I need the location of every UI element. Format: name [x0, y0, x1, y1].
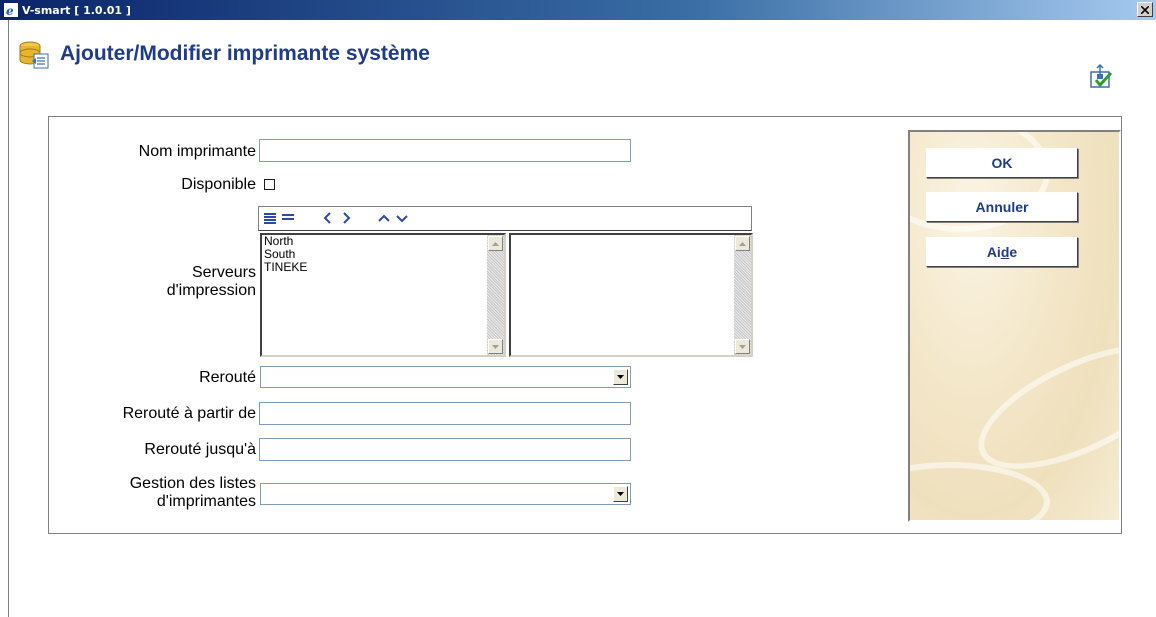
rerouted-from-input[interactable] [259, 402, 631, 425]
chevron-down-icon [617, 375, 624, 379]
list-management-label-line2: d'imprimantes [156, 493, 256, 510]
rerouted-select[interactable] [260, 366, 631, 388]
help-button[interactable]: Ai d e [926, 237, 1078, 267]
rerouted-dropdown-button[interactable] [613, 369, 628, 385]
page-header: Ajouter/Modifier imprimante système [18, 34, 430, 74]
list-management-select-value [261, 485, 264, 500]
list-toolbar [258, 206, 752, 231]
help-button-label-underlined: d [1000, 244, 1010, 260]
list-management-select[interactable] [260, 483, 631, 505]
rerouted-until-input[interactable] [259, 438, 631, 461]
select-all-icon[interactable] [263, 211, 277, 225]
button-panel: OK Annuler Ai d e [908, 130, 1121, 522]
help-button-label-end: e [1009, 244, 1018, 260]
selected-servers-list[interactable] [509, 233, 753, 357]
scroll-down-button[interactable] [488, 339, 503, 354]
triangle-up-icon [739, 241, 746, 246]
workflow-check-icon[interactable] [1088, 64, 1114, 90]
chevron-down-icon [617, 492, 624, 496]
close-button[interactable] [1137, 2, 1153, 17]
print-servers-label-line1: Serveurs [191, 264, 256, 281]
database-edit-icon [19, 41, 49, 69]
rerouted-label: Rerouté [199, 369, 256, 386]
print-servers-label: Serveurs d'impression [36, 264, 256, 300]
scroll-up-button[interactable] [735, 236, 750, 251]
rerouted-until-label: Rerouté jusqu'à [144, 441, 256, 458]
list-item[interactable]: North [262, 235, 504, 248]
scrollbar[interactable] [734, 235, 751, 355]
scroll-down-button[interactable] [735, 339, 750, 354]
available-checkbox[interactable] [264, 179, 275, 190]
page-title: Ajouter/Modifier imprimante système [60, 42, 430, 65]
rerouted-select-value [261, 368, 264, 383]
window-titlebar: e V-smart [ 1.0.01 ] [0, 0, 1156, 20]
available-label: Disponible [181, 176, 256, 193]
close-icon [1141, 5, 1149, 14]
list-management-label-line1: Gestion des listes [129, 475, 256, 492]
window-title: V-smart [ 1.0.01 ] [22, 3, 131, 17]
move-up-icon[interactable] [377, 211, 391, 225]
move-left-icon[interactable] [321, 211, 335, 225]
move-right-icon[interactable] [339, 211, 353, 225]
available-servers-list[interactable]: North South TINEKE [260, 233, 506, 357]
list-item[interactable]: TINEKE [262, 261, 504, 274]
printer-name-input[interactable] [259, 139, 631, 162]
ok-button[interactable]: OK [926, 148, 1078, 178]
move-down-icon[interactable] [395, 211, 409, 225]
scrollbar[interactable] [487, 235, 504, 355]
ie-icon: e [4, 3, 18, 17]
triangle-down-icon [492, 344, 499, 349]
list-management-dropdown-button[interactable] [613, 486, 628, 502]
panel-background-swirl [910, 462, 1050, 520]
deselect-all-icon[interactable] [281, 211, 295, 225]
scroll-up-button[interactable] [488, 236, 503, 251]
cancel-button[interactable]: Annuler [926, 192, 1078, 222]
svg-text:e: e [6, 4, 14, 17]
printer-name-label: Nom imprimante [138, 143, 256, 160]
help-button-label-start: Ai [986, 244, 1001, 260]
triangle-up-icon [492, 241, 499, 246]
print-servers-label-line2: d'impression [166, 282, 256, 299]
rerouted-from-label: Rerouté à partir de [122, 405, 256, 422]
list-management-label: Gestion des listes d'imprimantes [16, 475, 256, 511]
triangle-down-icon [739, 344, 746, 349]
